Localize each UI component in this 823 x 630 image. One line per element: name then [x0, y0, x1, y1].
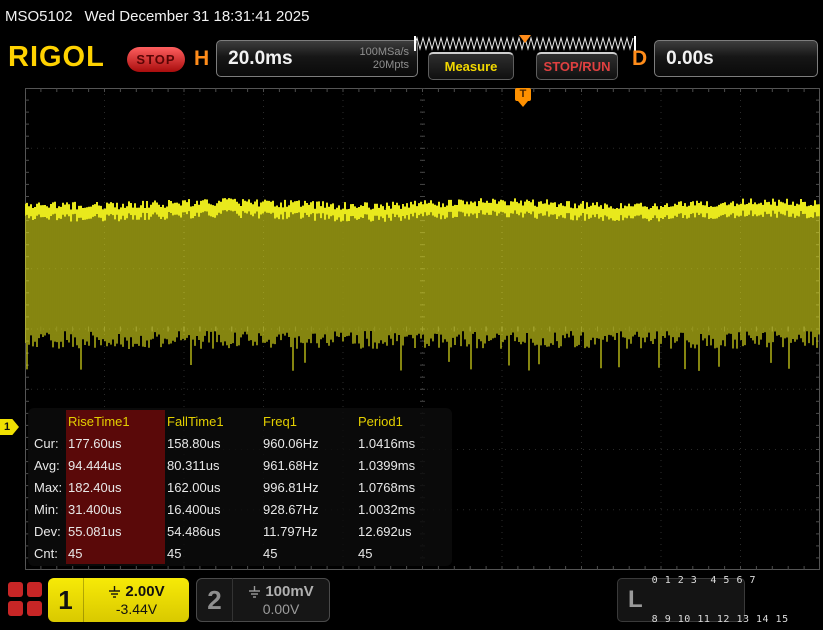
coupling-ground-icon [109, 585, 121, 598]
measurement-value: 31.400us [66, 498, 165, 520]
measurement-value: 996.81Hz [263, 479, 319, 495]
measurement-row-label: Avg: [34, 457, 60, 473]
acquisition-info: 100MSa/s 20Mpts [359, 46, 409, 72]
measurement-value: 11.797Hz [263, 523, 318, 539]
waveform-preview-strip[interactable] [413, 35, 637, 52]
measurement-value: 162.00us [167, 479, 221, 495]
channel2-offset: 0.00V [262, 600, 300, 617]
measurement-row-label: Dev: [34, 523, 61, 539]
measurement-value: 1.0416ms [358, 435, 416, 451]
trigger-position-marker[interactable]: T [515, 88, 531, 107]
measurement-column-header[interactable]: FallTime1 [165, 410, 261, 432]
digital-channels-badge[interactable]: L 0 1 2 3 4 5 6 7 8 9 10 11 12 13 14 15 [617, 575, 788, 625]
measurement-value: 45 [167, 545, 182, 561]
coupling-ground-icon [249, 585, 261, 598]
channel2-number: 2 [197, 578, 233, 622]
measurement-row-label: Cnt: [34, 545, 58, 561]
sample-rate: 100MSa/s [359, 45, 409, 58]
menu-icon[interactable] [8, 582, 42, 616]
trigger-flag: T [515, 88, 531, 101]
channel1-offset: -3.44V [115, 600, 158, 617]
measurement-value: 960.06Hz [263, 435, 319, 451]
channel1-scale: 2.00V [125, 582, 165, 600]
measurement-value: 1.0768ms [358, 479, 416, 495]
rigol-logo: RIGOL [8, 41, 105, 73]
measurement-panel[interactable]: RiseTime1 FallTime1 Freq1 Period1 Cur: 1… [28, 408, 452, 566]
measurement-value: 12.692us [358, 523, 412, 539]
trigger-pointer-icon [518, 101, 528, 107]
menu-icon-square [8, 582, 23, 597]
measurement-value: 928.67Hz [263, 501, 319, 517]
delay-box[interactable]: 0.00s [654, 40, 818, 77]
measurement-column-header[interactable]: RiseTime1 [66, 410, 165, 432]
delay-control[interactable]: D 0.00s [632, 40, 818, 77]
channel1-values: 2.00V -3.44V [84, 583, 189, 618]
measurement-value: 1.0032ms [358, 501, 416, 517]
digital-channel-list: 0 1 2 3 4 5 6 7 8 9 10 11 12 13 14 15 [652, 548, 789, 630]
channel2-badge[interactable]: 2 100mV 0.00V [196, 578, 330, 622]
timebase-box[interactable]: 20.0ms 100MSa/s 20Mpts [216, 40, 418, 77]
measurement-value: 1.0399ms [358, 457, 416, 473]
h-label: H [194, 46, 210, 70]
measurement-row-label: Max: [34, 479, 63, 495]
measurement-value: 45 [263, 545, 278, 561]
measurement-row-label: Min: [34, 501, 59, 517]
horizontal-timebase-control[interactable]: H 20.0ms 100MSa/s 20Mpts [194, 40, 418, 77]
channel2-scale: 100mV [265, 582, 314, 600]
measurement-corner [32, 410, 66, 432]
measurement-value: 16.400us [167, 501, 221, 517]
measurement-value: 961.68Hz [263, 457, 319, 473]
measurement-value: 45 [66, 542, 165, 564]
channel1-position-marker[interactable]: 1 [0, 419, 19, 435]
d-label: D [632, 46, 648, 70]
channel1-badge[interactable]: 1 2.00V -3.44V [48, 578, 189, 622]
status-bar: MSO5102 Wed December 31 18:31:41 2025 [0, 0, 823, 32]
oscilloscope-screen: MSO5102 Wed December 31 18:31:41 2025 RI… [0, 0, 823, 630]
measurement-value: 94.444us [66, 454, 165, 476]
measurement-value: 177.60us [66, 432, 165, 454]
measurement-column-header[interactable]: Freq1 [261, 410, 356, 432]
measure-button[interactable]: Measure [428, 52, 514, 80]
measurement-value: 45 [358, 545, 373, 561]
channel2-values: 100mV 0.00V [233, 583, 329, 618]
menu-icon-square [27, 582, 42, 597]
measurement-value: 80.311us [167, 457, 220, 473]
memory-depth: 20Mpts [372, 58, 409, 71]
timebase-value: 20.0ms [228, 47, 293, 69]
measurement-column-header[interactable]: Period1 [356, 410, 452, 432]
datetime: Wed December 31 18:31:41 2025 [84, 7, 310, 25]
run-state-badge[interactable]: STOP [127, 47, 185, 72]
delay-value: 0.00s [666, 47, 714, 69]
measurement-value: 182.40us [66, 476, 165, 498]
digital-row1: 0 1 2 3 4 5 6 7 [651, 575, 756, 586]
menu-icon-square [8, 601, 23, 616]
digital-row2: 8 9 10 11 12 13 14 15 [651, 614, 789, 625]
menu-icon-square [27, 601, 42, 616]
stop-run-button[interactable]: STOP/RUN [536, 52, 618, 80]
digital-label: L [628, 586, 643, 613]
measurement-value: 55.081us [66, 520, 165, 542]
model-name: MSO5102 [5, 7, 73, 25]
measurement-value: 158.80us [167, 435, 221, 451]
channel1-number: 1 [48, 578, 84, 622]
measurement-value: 54.486us [167, 523, 221, 539]
measurement-row-label: Cur: [34, 435, 59, 451]
